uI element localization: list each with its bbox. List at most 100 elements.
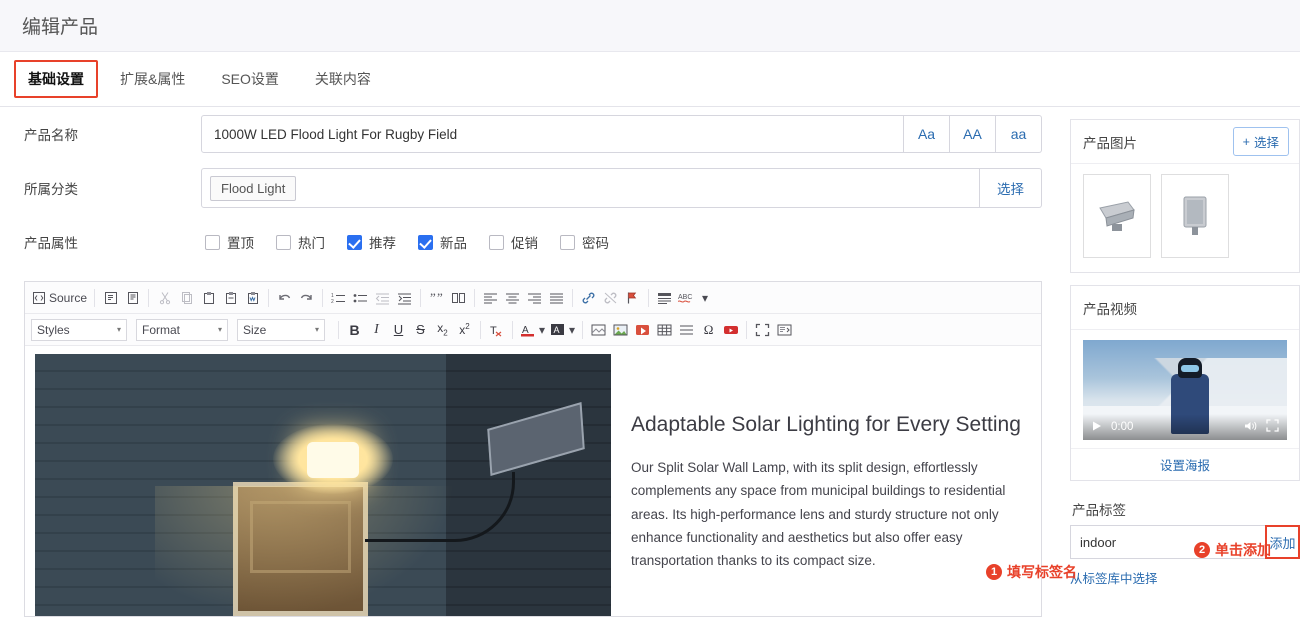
copy-icon[interactable] xyxy=(176,286,197,310)
annotation-2-number: 2 xyxy=(1194,542,1210,558)
editor-toolbar-row-2: Styles ▾ Format ▾ Size ▾ B I U S x2 x2 T… xyxy=(25,314,1041,346)
remove-format-icon[interactable]: T xyxy=(486,318,507,342)
annotation-2: 2 单击添加 xyxy=(1194,540,1271,560)
video-time: 0:00 xyxy=(1111,421,1134,433)
checkbox-recommend[interactable] xyxy=(347,234,362,250)
attr-promotion[interactable]: 促销 xyxy=(489,232,538,252)
chevron-down-icon[interactable]: ▾ xyxy=(569,323,575,337)
product-image-thumb[interactable] xyxy=(1083,174,1151,258)
anchor-icon[interactable] xyxy=(622,286,643,310)
chevron-down-icon[interactable]: ▾ xyxy=(702,291,708,305)
image-placeholder-icon[interactable] xyxy=(588,318,609,342)
attr-new-label: 新品 xyxy=(440,236,467,251)
checkbox-password[interactable] xyxy=(560,234,575,250)
align-center-icon[interactable] xyxy=(502,286,523,310)
maximize-icon[interactable] xyxy=(752,318,773,342)
fullscreen-icon[interactable] xyxy=(1266,419,1279,435)
toolbar-separator xyxy=(480,320,481,339)
tab-related-content[interactable]: 关联内容 xyxy=(301,60,385,98)
checkbox-top[interactable] xyxy=(205,234,220,250)
paste-text-icon[interactable] xyxy=(220,286,241,310)
strikethrough-icon[interactable]: S xyxy=(410,318,431,342)
source-button[interactable]: Source xyxy=(31,286,89,310)
undo-icon[interactable] xyxy=(274,286,295,310)
italic-icon[interactable]: I xyxy=(366,318,387,342)
bold-icon[interactable]: B xyxy=(344,318,365,342)
size-select[interactable]: Size ▾ xyxy=(237,318,325,341)
styles-select[interactable]: Styles ▾ xyxy=(31,318,127,341)
spellcheck-icon[interactable]: ABC ▾ xyxy=(676,286,710,310)
set-poster-button[interactable]: 设置海报 xyxy=(1071,448,1299,480)
tab-extended-attributes[interactable]: 扩展&属性 xyxy=(106,60,199,98)
flash-icon[interactable] xyxy=(632,318,653,342)
preview-icon[interactable] xyxy=(100,286,121,310)
toolbar-separator xyxy=(148,288,150,307)
show-blocks-icon[interactable] xyxy=(654,286,675,310)
link-icon[interactable] xyxy=(578,286,599,310)
case-sentence-button[interactable]: Aa xyxy=(904,115,950,153)
tab-basic-settings[interactable]: 基础设置 xyxy=(14,60,98,98)
blockquote-icon[interactable]: ”” xyxy=(426,286,447,310)
special-char-icon[interactable]: Ω xyxy=(698,318,719,342)
rich-text-editor: Source 1 2 ” ” ABC ▾ Styles ▾ Format ▾ S… xyxy=(24,281,1042,617)
toolbar-separator xyxy=(94,288,96,307)
attr-top[interactable]: 置顶 xyxy=(205,232,254,252)
tab-seo-settings[interactable]: SEO设置 xyxy=(207,60,293,98)
checkbox-new[interactable] xyxy=(418,234,433,250)
editor-content-area[interactable]: Adaptable Solar Lighting for Every Setti… xyxy=(25,346,1041,616)
redo-icon[interactable] xyxy=(296,286,317,310)
attr-new[interactable]: 新品 xyxy=(418,232,467,252)
volume-icon[interactable] xyxy=(1244,420,1258,435)
attr-password[interactable]: 密码 xyxy=(560,232,609,252)
paste-word-icon[interactable] xyxy=(242,286,263,310)
format-select[interactable]: Format ▾ xyxy=(136,318,228,341)
case-upper-button[interactable]: AA xyxy=(950,115,996,153)
underline-icon[interactable]: U xyxy=(388,318,409,342)
category-pick-button[interactable]: 选择 xyxy=(980,168,1042,208)
horizontal-rule-icon[interactable] xyxy=(676,318,697,342)
image-lamp-body xyxy=(307,442,359,478)
category-chip[interactable]: Flood Light xyxy=(210,175,297,201)
svg-text:ABC: ABC xyxy=(678,294,692,301)
category-box[interactable]: Flood Light xyxy=(201,168,980,208)
video-controls[interactable]: 0:00 xyxy=(1083,414,1287,440)
choose-from-tag-library-link[interactable]: 从标签库中选择 xyxy=(1070,568,1300,587)
attr-hot[interactable]: 热门 xyxy=(276,232,325,252)
superscript-icon[interactable]: x2 xyxy=(454,318,475,342)
product-image-thumb[interactable] xyxy=(1161,174,1229,258)
bulleted-list-icon[interactable] xyxy=(350,286,371,310)
chevron-down-icon[interactable]: ▾ xyxy=(539,323,545,337)
indent-icon[interactable] xyxy=(394,286,415,310)
align-right-icon[interactable] xyxy=(524,286,545,310)
case-lower-button[interactable]: aa xyxy=(996,115,1042,153)
paste-icon[interactable] xyxy=(198,286,219,310)
image-icon[interactable] xyxy=(610,318,631,342)
align-left-icon[interactable] xyxy=(480,286,501,310)
justify-icon[interactable] xyxy=(546,286,567,310)
product-name-input[interactable] xyxy=(201,115,904,153)
background-color-icon[interactable]: A ▾ xyxy=(548,318,577,342)
unlink-icon[interactable] xyxy=(600,286,621,310)
checkbox-promotion[interactable] xyxy=(489,234,504,250)
attr-recommend[interactable]: 推荐 xyxy=(347,232,396,252)
div-container-icon[interactable] xyxy=(448,286,469,310)
play-icon[interactable] xyxy=(1091,420,1103,435)
templates-icon[interactable] xyxy=(122,286,143,310)
editor-text-block[interactable]: Adaptable Solar Lighting for Every Setti… xyxy=(611,346,1041,616)
checkbox-hot[interactable] xyxy=(276,234,291,250)
iframe-icon[interactable] xyxy=(774,318,795,342)
svg-text:A: A xyxy=(554,325,560,335)
video-player[interactable]: 0:00 xyxy=(1083,340,1287,440)
chevron-down-icon: ▾ xyxy=(314,325,319,334)
numbered-list-icon[interactable]: 12 xyxy=(328,286,349,310)
outdent-icon[interactable] xyxy=(372,286,393,310)
editor-image-flood-light[interactable] xyxy=(35,354,611,616)
size-select-value: Size xyxy=(243,322,267,337)
cut-icon[interactable] xyxy=(154,286,175,310)
select-images-button[interactable]: + 选择 xyxy=(1232,127,1289,156)
table-icon[interactable] xyxy=(654,318,675,342)
subscript-icon[interactable]: x2 xyxy=(432,318,453,342)
youtube-icon[interactable] xyxy=(720,318,741,342)
text-color-icon[interactable]: A ▾ xyxy=(518,318,547,342)
product-images-thumbs xyxy=(1071,164,1299,272)
